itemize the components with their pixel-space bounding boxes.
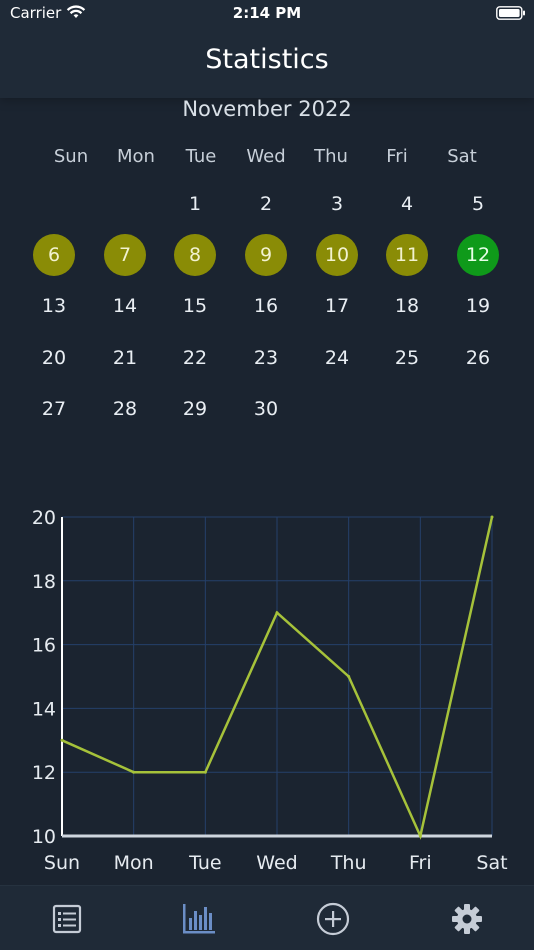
list-icon[interactable] — [50, 902, 84, 936]
data-point — [132, 770, 136, 774]
calendar-day[interactable]: 24 — [316, 337, 358, 379]
weekday-label: Wed — [246, 146, 286, 167]
y-tick-label: 14 — [32, 698, 56, 720]
battery-icon — [496, 6, 525, 20]
calendar-day[interactable]: 11 — [386, 234, 428, 276]
calendar-day-today[interactable]: 12 — [457, 234, 499, 276]
calendar-day[interactable]: 26 — [457, 337, 499, 379]
calendar-day[interactable]: 27 — [33, 388, 75, 430]
calendar-day[interactable]: 23 — [245, 337, 287, 379]
y-tick-label: 10 — [32, 826, 56, 848]
data-point — [490, 515, 494, 519]
data-point — [347, 675, 351, 678]
x-tick-label: Sat — [476, 852, 507, 874]
x-tick-label: Mon — [114, 852, 154, 874]
calendar-day[interactable]: 30 — [245, 388, 287, 430]
weekday-label: Mon — [117, 146, 155, 167]
weekday-label: Sun — [53, 146, 89, 167]
calendar-weekday-header: Sun Mon Tue Wed Thu Fri Sat — [0, 146, 534, 172]
chart-canvas: 10 12 14 16 18 20 Sun Mon Tue Wed Thu Fri Sat — [32, 507, 508, 874]
calendar-day[interactable]: 21 — [104, 337, 146, 379]
weekly-line-chart: 10 12 14 16 18 20 Sun Mon Tue Wed Thu Fri Sat — [0, 500, 534, 885]
calendar-day[interactable]: 20 — [33, 337, 75, 379]
weekday-label: Fri — [386, 146, 408, 167]
calendar-day[interactable]: 5 — [457, 183, 499, 225]
x-tick-label: Wed — [256, 852, 297, 874]
weekday-label: Tue — [185, 146, 217, 167]
calendar-day[interactable]: 4 — [386, 183, 428, 225]
x-tick-label: Sun — [44, 852, 80, 874]
data-point — [203, 770, 207, 774]
data-point — [60, 738, 64, 742]
status-time: 2:14 PM — [232, 4, 302, 22]
calendar-month-title: November 2022 — [182, 97, 352, 121]
tab-bar — [0, 885, 534, 950]
y-tick-label: 12 — [32, 762, 56, 784]
calendar-day[interactable]: 16 — [245, 285, 287, 327]
calendar-day[interactable]: 10 — [316, 234, 358, 276]
calendar-day[interactable]: 22 — [174, 337, 216, 379]
calendar-day[interactable]: 3 — [316, 183, 358, 225]
calendar-day[interactable]: 18 — [386, 285, 428, 327]
gear-icon[interactable] — [450, 902, 484, 936]
weekday-label: Sat — [447, 146, 477, 167]
x-tick-label: Thu — [330, 852, 367, 874]
calendar-day[interactable]: 15 — [174, 285, 216, 327]
weekday-label: Thu — [314, 146, 348, 167]
calendar-day[interactable]: 28 — [104, 388, 146, 430]
calendar-day[interactable]: 7 — [104, 234, 146, 276]
x-tick-label: Tue — [188, 852, 221, 874]
y-tick-label: 16 — [32, 635, 56, 657]
add-circle-icon[interactable] — [316, 902, 350, 936]
top-bar: Carrier 2:14 PM Statistics — [0, 0, 534, 98]
calendar-day[interactable]: 8 — [174, 234, 216, 276]
calendar-day[interactable]: 1 — [174, 183, 216, 225]
calendar-day[interactable]: 13 — [33, 285, 75, 327]
data-point — [275, 611, 279, 615]
calendar-day[interactable]: 19 — [457, 285, 499, 327]
calendar-day[interactable]: 6 — [33, 234, 75, 276]
page-title: Statistics — [205, 44, 329, 75]
bar-chart-icon[interactable] — [182, 902, 216, 936]
y-tick-label: 20 — [32, 507, 56, 529]
y-tick-label: 18 — [32, 571, 56, 593]
data-point — [418, 834, 422, 838]
x-tick-label: Fri — [409, 852, 432, 874]
calendar-day[interactable]: 9 — [245, 234, 287, 276]
calendar-day[interactable]: 25 — [386, 337, 428, 379]
calendar-day[interactable]: 29 — [174, 388, 216, 430]
calendar-day[interactable]: 17 — [316, 285, 358, 327]
calendar-day[interactable]: 2 — [245, 183, 287, 225]
statistics-screen: Carrier 2:14 PM Statistics November 2022… — [0, 0, 534, 950]
calendar-day[interactable]: 14 — [104, 285, 146, 327]
